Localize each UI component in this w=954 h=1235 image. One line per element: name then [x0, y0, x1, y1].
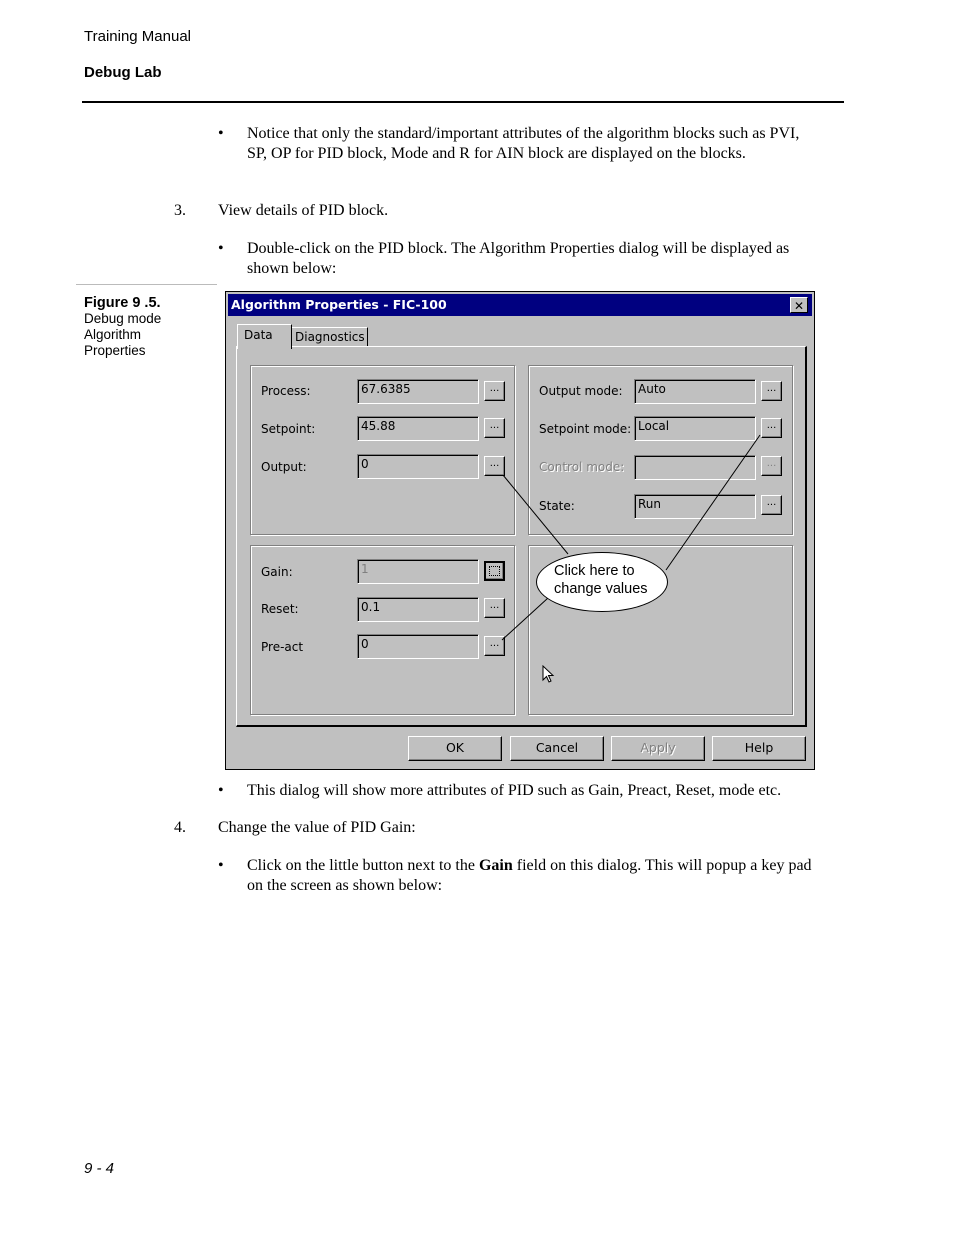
dialog-titlebar[interactable]: Algorithm Properties - FIC-100 ✕	[228, 294, 812, 316]
algorithm-properties-dialog: Algorithm Properties - FIC-100 ✕ Data Di…	[225, 291, 815, 770]
process-label: Process:	[261, 384, 311, 398]
callout-bubble: Click here to change values	[536, 552, 668, 612]
output-mode-field[interactable]: Auto	[634, 379, 756, 404]
output-field[interactable]: 0	[357, 454, 479, 479]
data-tab-panel: Process: 67.6385 ... Setpoint: 45.88 ...…	[236, 346, 807, 727]
dialog-title: Algorithm Properties - FIC-100	[231, 297, 447, 312]
figure-caption-text: Debug mode Algorithm Properties	[84, 311, 162, 358]
modes-group: Output mode: Auto ... Setpoint mode: Loc…	[528, 365, 793, 535]
figure-number: Figure 9 .5.	[84, 295, 161, 311]
control-mode-edit-button: ...	[761, 456, 782, 476]
process-edit-button[interactable]: ...	[484, 381, 505, 401]
process-values-group: Process: 67.6385 ... Setpoint: 45.88 ...…	[250, 365, 515, 535]
header-rule	[82, 101, 844, 103]
output-edit-button[interactable]: ...	[484, 456, 505, 476]
step-3-number: 3.	[174, 202, 186, 219]
bullet-notice: Notice that only the standard/important …	[247, 125, 800, 162]
step-4-number: 4.	[174, 819, 186, 836]
step-4-text: Change the value of PID Gain:	[218, 819, 416, 836]
gain-label: Gain:	[261, 565, 293, 579]
step-3-text: View details of PID block.	[218, 202, 389, 219]
process-field[interactable]: 67.6385	[357, 379, 479, 404]
preact-edit-button[interactable]: ...	[484, 636, 505, 656]
mouse-cursor-icon	[542, 665, 555, 683]
setpoint-mode-label: Setpoint mode:	[539, 422, 632, 436]
figure-caption: Figure 9 .5. Debug mode Algorithm Proper…	[84, 295, 174, 359]
reset-edit-button[interactable]: ...	[484, 598, 505, 618]
setpoint-field[interactable]: 45.88	[357, 416, 479, 441]
state-edit-button[interactable]: ...	[761, 495, 782, 515]
reset-label: Reset:	[261, 602, 299, 616]
preact-label: Pre-act	[261, 640, 304, 654]
output-label: Output:	[261, 460, 307, 474]
tab-diagnostics[interactable]: Diagnostics	[291, 327, 368, 347]
apply-button: Apply	[611, 736, 705, 761]
bullet-glyph: •	[218, 125, 224, 142]
tuning-group: Gain: 1 Reset: 0.1 ... Pre-act 0 ...	[250, 545, 515, 715]
bullet-more-attributes: This dialog will show more attributes of…	[247, 782, 782, 799]
bullet-click-pre: Click on the little button next to the	[247, 857, 479, 874]
setpoint-edit-button[interactable]: ...	[484, 418, 505, 438]
bullet-click-gain: Click on the little button next to the G…	[247, 856, 812, 896]
help-button[interactable]: Help	[712, 736, 806, 761]
output-mode-label: Output mode:	[539, 384, 623, 398]
setpoint-mode-edit-button[interactable]: ...	[761, 418, 782, 438]
figure-rule	[76, 284, 217, 285]
ok-button[interactable]: OK	[408, 736, 502, 761]
control-mode-label: Control mode:	[539, 460, 625, 474]
callout-line-1: Click here to	[554, 563, 635, 579]
gain-field[interactable]: 1	[357, 559, 479, 584]
section-title: Debug Lab	[84, 64, 162, 81]
cancel-button[interactable]: Cancel	[510, 736, 604, 761]
state-label: State:	[539, 499, 575, 513]
bullet-glyph: •	[218, 240, 224, 257]
bullet-glyph: •	[218, 857, 224, 874]
state-field[interactable]: Run	[634, 494, 756, 519]
bullet-glyph: •	[218, 782, 224, 799]
setpoint-mode-field[interactable]: Local	[634, 416, 756, 441]
gain-edit-button[interactable]	[484, 561, 505, 581]
reset-field[interactable]: 0.1	[357, 597, 479, 622]
page-number: 9 - 4	[84, 1160, 115, 1177]
gain-emphasis: Gain	[478, 857, 513, 874]
output-mode-edit-button[interactable]: ...	[761, 381, 782, 401]
setpoint-label: Setpoint:	[261, 422, 316, 436]
manual-title: Training Manual	[84, 28, 191, 45]
preact-field[interactable]: 0	[357, 634, 479, 659]
close-button[interactable]: ✕	[790, 297, 808, 313]
close-icon: ✕	[793, 299, 805, 313]
bullet-doubleclick: Double-click on the PID block. The Algor…	[247, 240, 790, 277]
callout-line-2: change values	[554, 581, 648, 597]
control-mode-field	[634, 455, 756, 480]
tab-data[interactable]: Data	[237, 324, 292, 349]
